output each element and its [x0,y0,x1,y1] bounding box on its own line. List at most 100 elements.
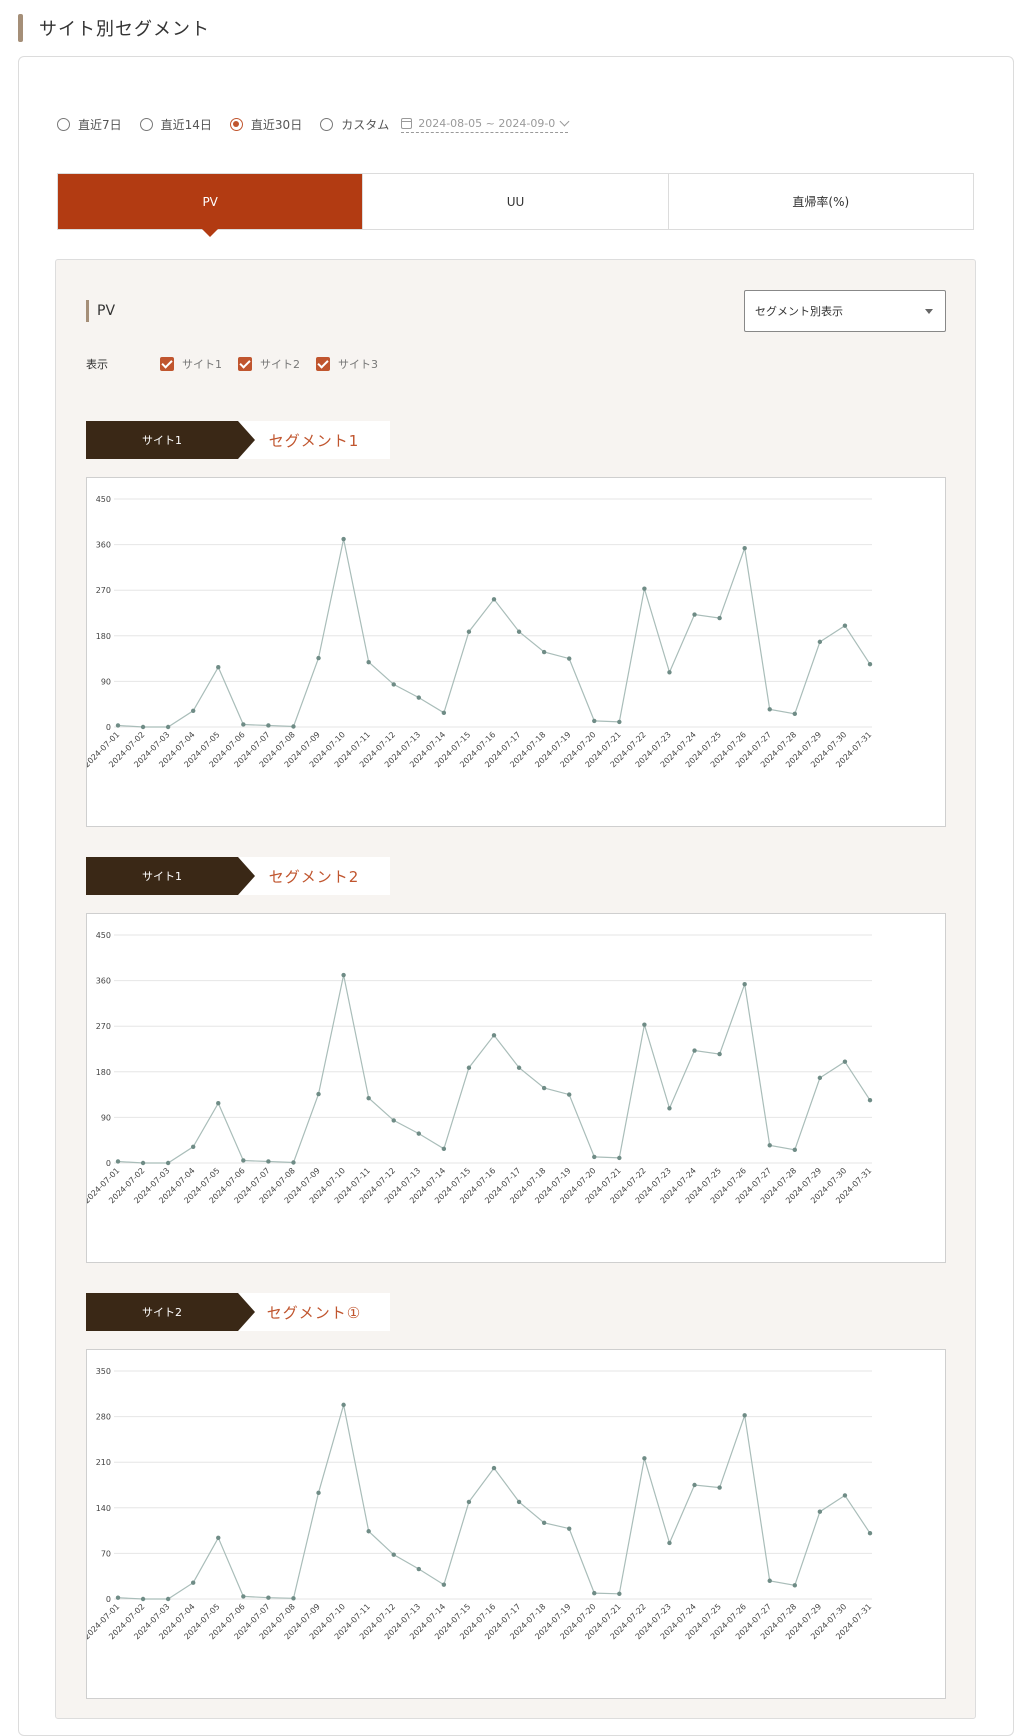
date-range-text: 2024-08-05 ~ 2024-09-0 [418,116,556,130]
data-point [216,1535,221,1540]
radio-7days[interactable]: 直近7日 [57,116,122,133]
data-point [441,1582,447,1587]
data-point [692,612,697,617]
site-tag: サイト1 [86,421,255,459]
data-point [667,1106,672,1111]
data-point [592,1154,597,1160]
data-point [767,1143,772,1148]
section-accent-bar [18,14,23,42]
data-point [516,629,522,634]
segment-label: サイト1 セグメント1 [86,421,390,459]
caret-down-icon [925,309,933,314]
data-point [717,1485,722,1490]
view-mode-value: セグメント別表示 [755,305,843,318]
tab-bounce-rate[interactable]: 直帰率(%) [667,174,973,229]
date-range-picker[interactable]: 2024-08-05 ~ 2024-09-0 [401,116,570,133]
y-tick-label: 280 [96,1413,111,1422]
y-tick-label: 0 [106,723,111,732]
data-point [266,1159,271,1164]
y-tick-label: 270 [96,586,111,595]
y-tick-label: 140 [96,1504,111,1513]
checkbox-site2[interactable]: サイト2 [238,356,300,372]
radio-14days[interactable]: 直近14日 [139,116,212,133]
data-point [366,1529,371,1534]
view-mode-select[interactable]: セグメント別表示 [744,290,946,332]
radio-label: 直近7日 [78,118,122,132]
y-tick-label: 350 [96,1367,111,1376]
data-point [617,719,622,725]
title-accent-bar [86,300,89,322]
radio-label: 直近30日 [250,118,303,132]
data-point [191,1580,196,1585]
segment-chart: 0 90 180 270 360 450 2024-07-01 2024-07-02 2024-… [86,913,946,1263]
checkbox-label: サイト1 [182,358,222,371]
checkbox-checked-icon[interactable] [238,357,252,371]
data-point [140,1596,146,1602]
line-chart: 0701402102803502024-07-012024-07-022024-… [87,1367,873,1641]
segment-label: サイト2 セグメント① [86,1293,390,1331]
radio-label: 直近14日 [160,118,212,132]
data-point [115,1595,121,1600]
y-tick-label: 0 [106,1159,111,1168]
data-point [165,724,171,730]
radio-label: カスタム [341,118,390,132]
data-point [742,545,747,551]
data-point [567,1092,572,1097]
data-point [316,655,321,661]
radio-circle[interactable] [320,118,334,131]
data-point [792,1583,797,1588]
radio-circle[interactable] [139,118,153,131]
data-point [642,586,647,591]
y-tick-label: 450 [96,931,111,940]
checkbox-checked-icon[interactable] [316,357,330,371]
data-point [165,1160,171,1166]
data-point [692,1482,697,1488]
display-label: 表示 [86,358,108,371]
data-point [115,723,121,728]
y-tick-label: 270 [96,1022,111,1031]
data-point [291,724,296,729]
data-point [867,1531,873,1536]
data-point [767,1578,772,1583]
data-point [842,1493,848,1498]
data-point [140,724,146,730]
metric-tabs: PV UU 直帰率(%) [57,173,974,237]
data-point [592,1590,597,1596]
data-point [441,710,447,716]
data-point [516,1499,522,1505]
checkbox-checked-icon[interactable] [160,357,174,371]
data-point [291,1160,296,1165]
data-point [592,718,597,724]
checkbox-label: サイト3 [338,358,378,371]
data-point [792,711,797,717]
data-point [642,1022,647,1027]
data-point [341,972,346,978]
data-point [617,1591,622,1596]
checkbox-site3[interactable]: サイト3 [316,356,378,372]
data-point [416,1566,421,1572]
tab-uu[interactable]: UU [362,174,668,229]
segment-label: サイト1 セグメント2 [86,857,390,895]
data-point [241,722,246,727]
site-tag: サイト1 [86,857,255,895]
data-point [291,1596,296,1601]
y-tick-label: 180 [96,1068,111,1077]
radio-30days[interactable]: 直近30日 [229,116,303,133]
data-point [842,623,848,628]
data-point [391,1552,396,1557]
data-point [441,1146,447,1152]
data-point [541,1085,547,1091]
line-chart: 0901802703604502024-07-012024-07-022024-… [87,931,873,1205]
radio-circle[interactable] [229,118,243,131]
data-point [541,1520,547,1525]
checkbox-site1[interactable]: サイト1 [160,356,222,372]
data-point [366,659,371,665]
tab-pv[interactable]: PV [58,174,363,237]
site-filter-row: 表示 サイト1 サイト2 サイト3 [86,356,394,372]
series-line [117,1404,871,1600]
radio-custom[interactable]: カスタム [320,116,389,133]
page: サイト別セグメント 直近7日 直近14日 直近30日 カスタム 2024-08-… [0,0,1029,1736]
radio-circle[interactable] [57,118,70,131]
y-tick-label: 70 [101,1549,111,1558]
data-point [617,1155,622,1161]
